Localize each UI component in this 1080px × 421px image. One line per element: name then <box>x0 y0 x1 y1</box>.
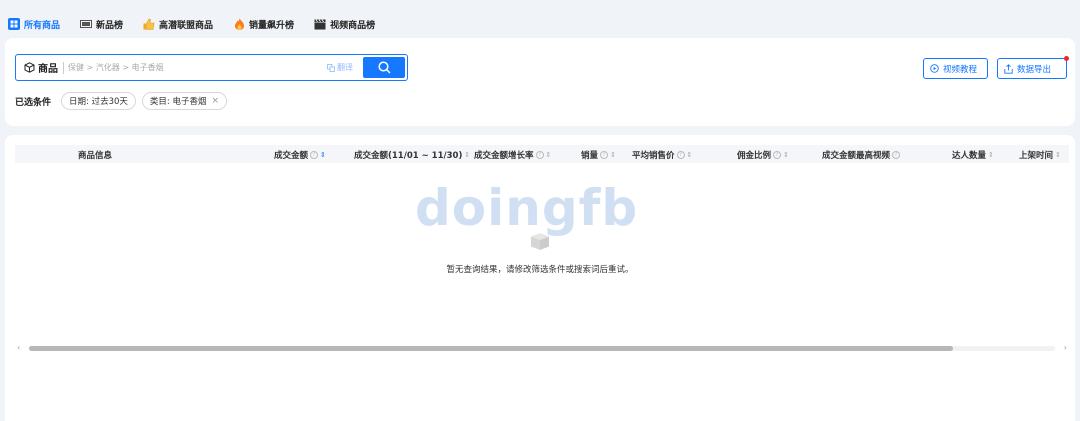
help-icon[interactable]: ? <box>773 151 782 159</box>
video-tutorial-button[interactable]: 视频教程 <box>923 58 988 79</box>
filters-label: 已选条件 <box>15 97 52 108</box>
scroll-left-arrow-icon[interactable]: ‹ <box>17 343 20 352</box>
new-badge-icon <box>80 18 93 30</box>
column-header-gmv-period[interactable]: 成交金额(11/01 ~ 11/30) ⇕ <box>354 149 470 161</box>
column-header-top-video: 成交金额最高视频? <box>822 149 901 161</box>
column-header-gmv-growth[interactable]: 成交金额增长率? ⇕ <box>474 149 551 161</box>
search-input[interactable] <box>68 63 288 72</box>
tab-label: 销量飙升榜 <box>249 20 295 31</box>
cube-icon <box>24 62 35 73</box>
export-label: 数据导出 <box>1017 64 1052 75</box>
export-data-button[interactable]: 数据导出 <box>997 56 1069 79</box>
tab-sales-surge[interactable]: 销量飙升榜 <box>233 18 294 31</box>
tab-label: 新品榜 <box>96 20 124 31</box>
column-header-creators[interactable]: 达人数量 ⇕ <box>952 149 994 161</box>
help-icon[interactable]: ? <box>535 151 544 159</box>
help-icon[interactable]: ? <box>676 151 685 159</box>
tab-label: 高潜联盟商品 <box>159 20 214 31</box>
grid-icon <box>8 18 20 30</box>
sort-icon[interactable]: ⇕ <box>988 151 994 159</box>
sort-icon[interactable]: ⇕ <box>320 151 326 159</box>
help-icon[interactable]: ? <box>600 151 609 159</box>
fire-icon <box>233 18 245 30</box>
tab-label: 视频商品榜 <box>330 20 376 31</box>
column-header-commission[interactable]: 佣金比例? ⇕ <box>737 149 789 161</box>
selected-filters: 已选条件 日期: 过去30天 类目: 电子香烟 × <box>15 92 233 110</box>
help-icon[interactable]: ? <box>892 151 901 159</box>
column-header-avg-price[interactable]: 平均销售价? ⇕ <box>632 149 692 161</box>
tab-high-potential[interactable]: 高潜联盟商品 <box>143 18 213 31</box>
tab-all-products[interactable]: 所有商品 <box>8 18 60 31</box>
sort-icon[interactable]: ⇕ <box>464 151 470 159</box>
empty-state-message: 暂无查询结果，请修改筛选条件或搜索词后重试。 <box>446 265 634 275</box>
scroll-thumb[interactable] <box>29 346 953 351</box>
translate-button[interactable]: 翻译 <box>327 62 353 73</box>
search-panel: 商品 翻译 视频教程 数据导出 已选条件 日期: 过去30天 类目: 电子香烟 … <box>5 38 1075 126</box>
results-table: 商品信息 成交金额? ⇕ 成交金额(11/01 ~ 11/30) ⇕ 成交金额增长率… <box>5 135 1075 421</box>
upload-icon <box>1004 63 1013 74</box>
filter-chip-category[interactable]: 类目: 电子香烟 × <box>141 92 228 110</box>
tutorial-label: 视频教程 <box>943 64 978 75</box>
divider <box>63 61 64 74</box>
chip-label: 日期: 过去30天 <box>69 97 128 107</box>
table-header: 商品信息 成交金额? ⇕ 成交金额(11/01 ~ 11/30) ⇕ 成交金额增长率… <box>15 145 1069 163</box>
filter-chip-date[interactable]: 日期: 过去30天 <box>61 92 136 110</box>
watermark: doingfb <box>415 179 639 237</box>
column-header-listing-time[interactable]: 上架时间 ⇕ <box>1019 149 1061 161</box>
search-icon <box>377 61 391 74</box>
help-icon[interactable]: ? <box>310 151 319 159</box>
scroll-right-arrow-icon[interactable]: › <box>1064 343 1067 352</box>
search-button[interactable] <box>363 57 405 78</box>
sort-icon[interactable]: ⇕ <box>546 151 552 159</box>
translate-icon <box>327 63 335 72</box>
product-search-bar: 商品 翻译 <box>15 54 408 81</box>
column-header-gmv[interactable]: 成交金额? ⇕ <box>274 149 326 161</box>
tab-label: 所有商品 <box>24 20 61 31</box>
sort-icon[interactable]: ⇕ <box>687 151 693 159</box>
play-circle-icon <box>930 64 939 73</box>
column-header-product-info: 商品信息 <box>78 151 113 161</box>
search-type-label[interactable]: 商品 <box>38 60 58 75</box>
horizontal-scrollbar[interactable]: ‹ › <box>15 342 1069 354</box>
column-header-sales[interactable]: 销量? ⇕ <box>581 149 616 161</box>
notification-dot <box>1064 56 1069 61</box>
sort-icon[interactable]: ⇕ <box>783 151 789 159</box>
thumbs-up-icon <box>143 18 155 30</box>
close-icon[interactable]: × <box>211 96 219 106</box>
clapperboard-icon <box>314 18 326 30</box>
tab-video-products[interactable]: 视频商品榜 <box>314 18 375 31</box>
tab-new-products[interactable]: 新品榜 <box>80 18 123 31</box>
sort-icon[interactable]: ⇕ <box>1055 151 1061 159</box>
chip-label: 类目: 电子香烟 <box>149 97 207 107</box>
translate-label: 翻译 <box>337 63 353 72</box>
empty-box-icon <box>531 233 549 250</box>
sort-icon[interactable]: ⇕ <box>610 151 616 159</box>
category-tabs: 所有商品 新品榜 高潜联盟商品 销量飙升榜 视频商品榜 <box>8 14 395 34</box>
